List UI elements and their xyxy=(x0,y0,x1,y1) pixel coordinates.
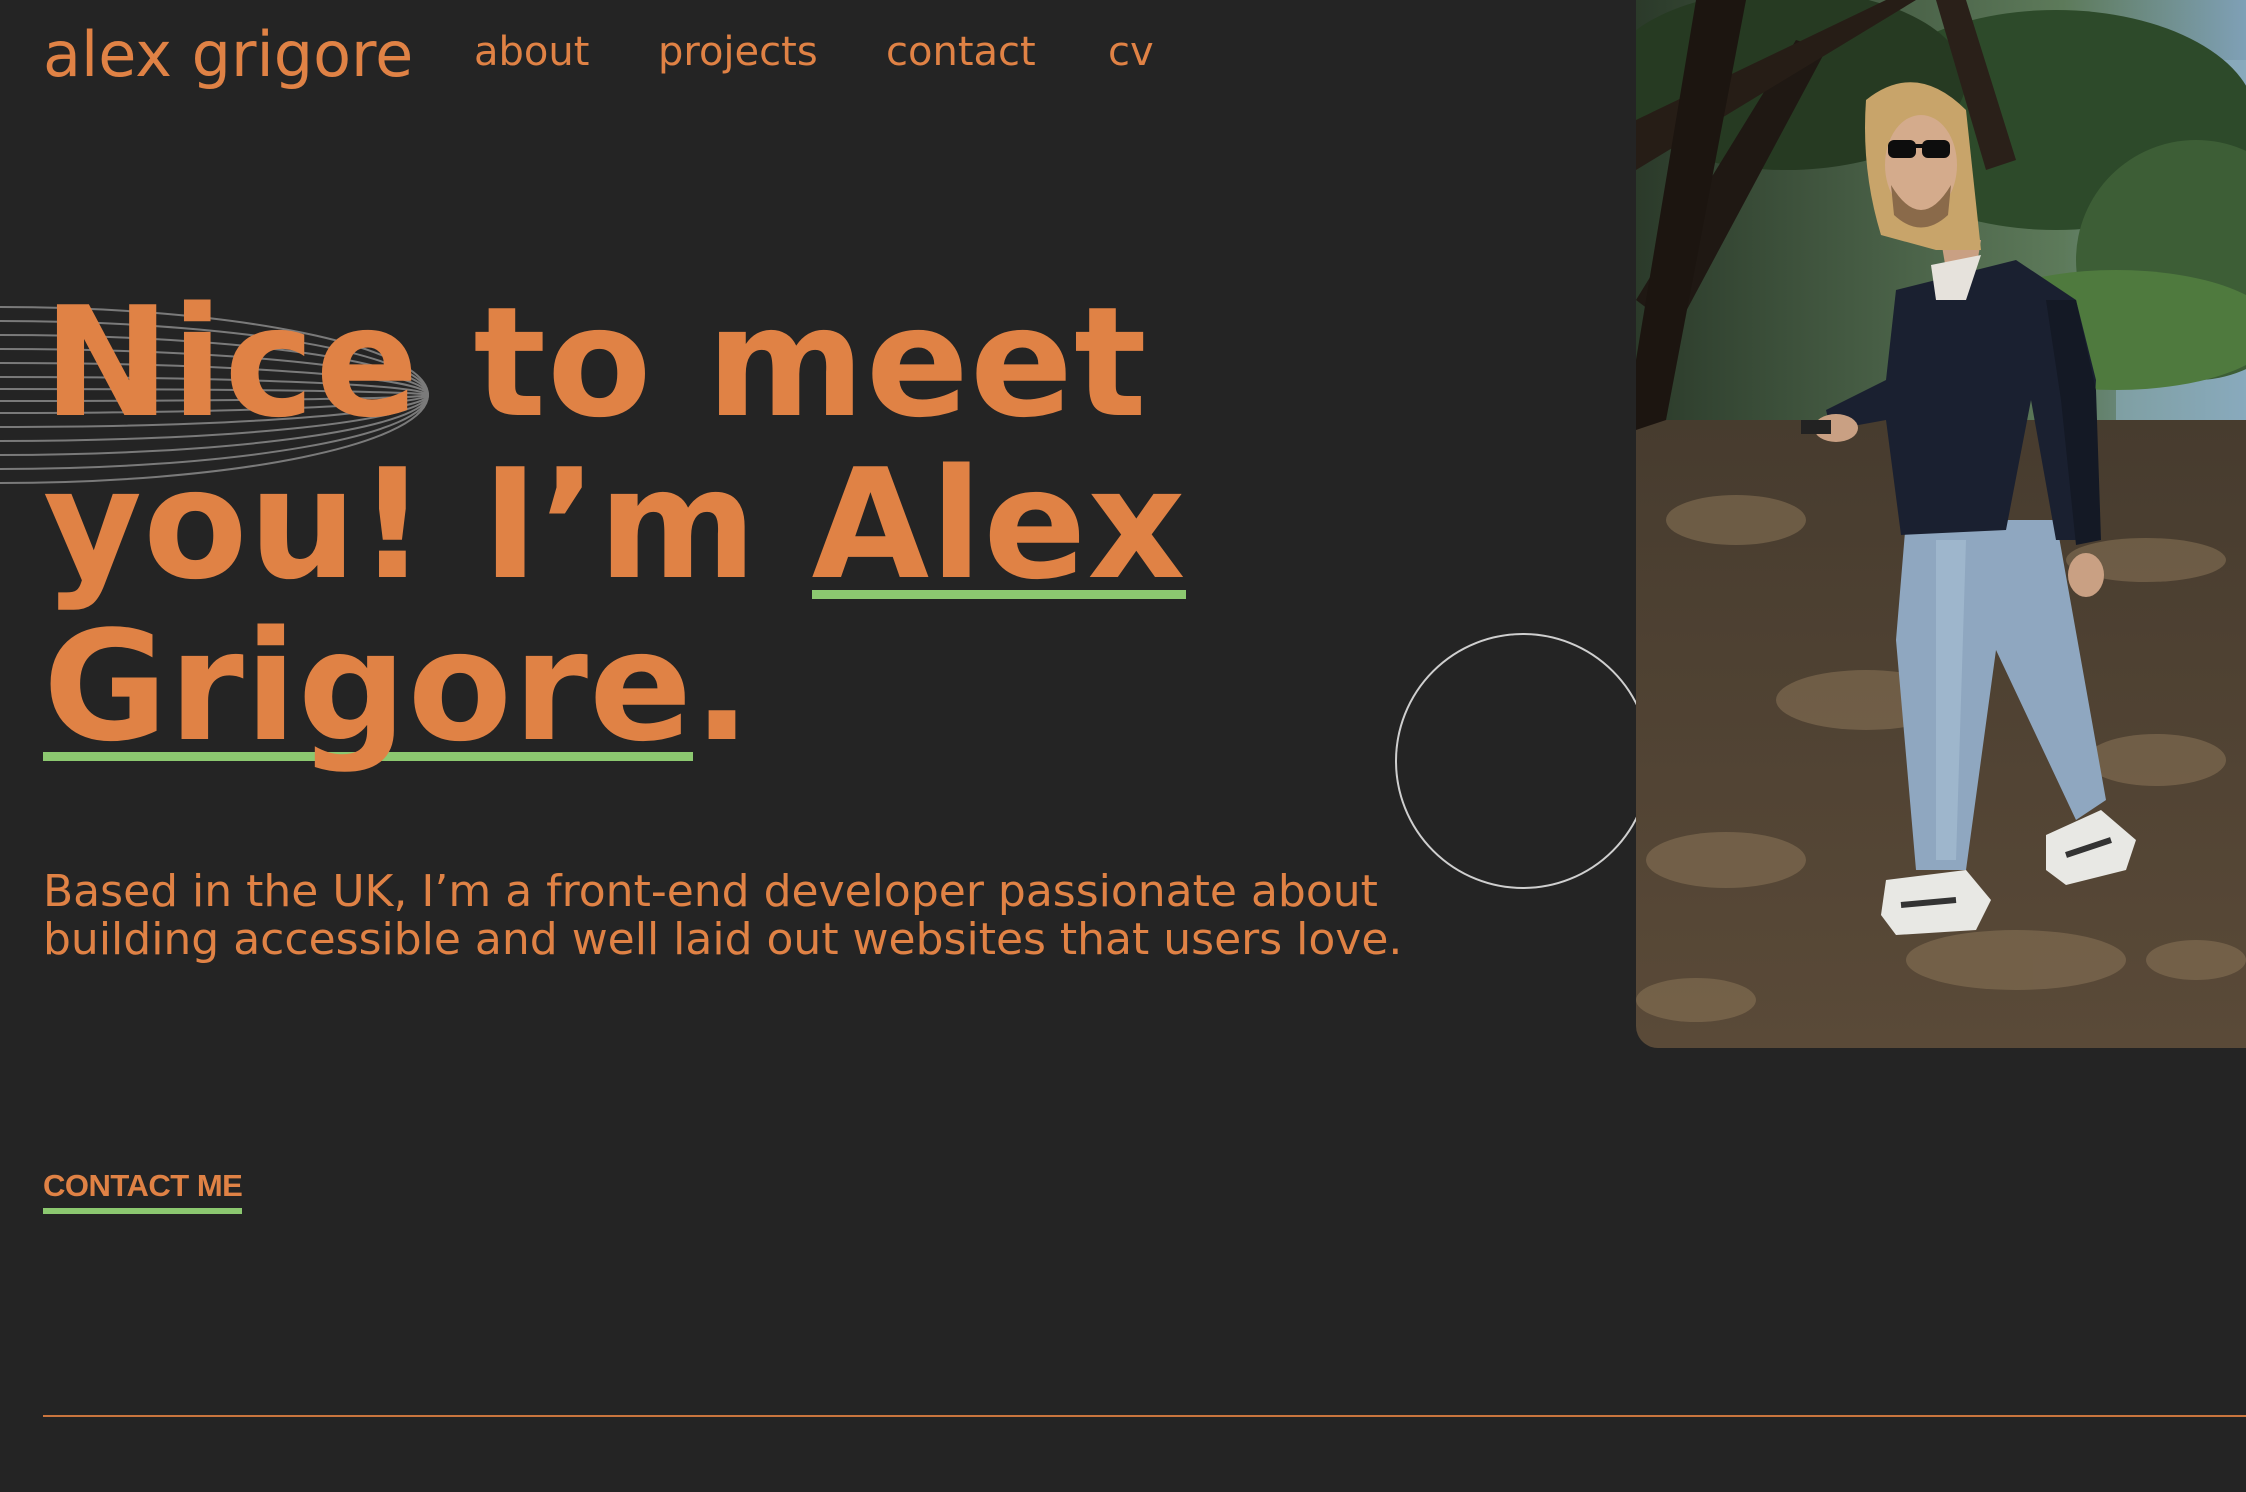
nav-contact-link[interactable]: contact xyxy=(886,29,1036,75)
site-header: alex grigore xyxy=(43,14,413,94)
hero-heading-greeting: you! I’m xyxy=(43,436,812,613)
nav-cv-link[interactable]: cv xyxy=(1108,29,1154,75)
hero-heading-line-3: Grigore. xyxy=(43,606,1143,768)
hero-intro-text: Based in the UK, I’m a front-end develop… xyxy=(43,866,1403,965)
profile-photo xyxy=(1636,0,2246,1048)
hero-heading-period: . xyxy=(693,598,752,775)
hero-heading: Nice to meet you! I’m Alex Grigore. xyxy=(43,274,1187,768)
nav-about-link[interactable]: about xyxy=(474,29,589,75)
contact-me-button[interactable]: CONTACT ME xyxy=(43,1168,243,1214)
hero-heading-line-1: Nice to meet xyxy=(43,274,1148,451)
hero-name-first: Alex xyxy=(811,436,1187,613)
section-divider xyxy=(43,1415,2246,1417)
decorative-circle xyxy=(1395,633,1651,889)
nav-projects-link[interactable]: projects xyxy=(658,29,818,75)
hero-heading-line-2: you! I’m Alex xyxy=(43,444,1187,606)
hero-name-last: Grigore xyxy=(43,598,694,775)
site-logo[interactable]: alex grigore xyxy=(43,18,413,91)
